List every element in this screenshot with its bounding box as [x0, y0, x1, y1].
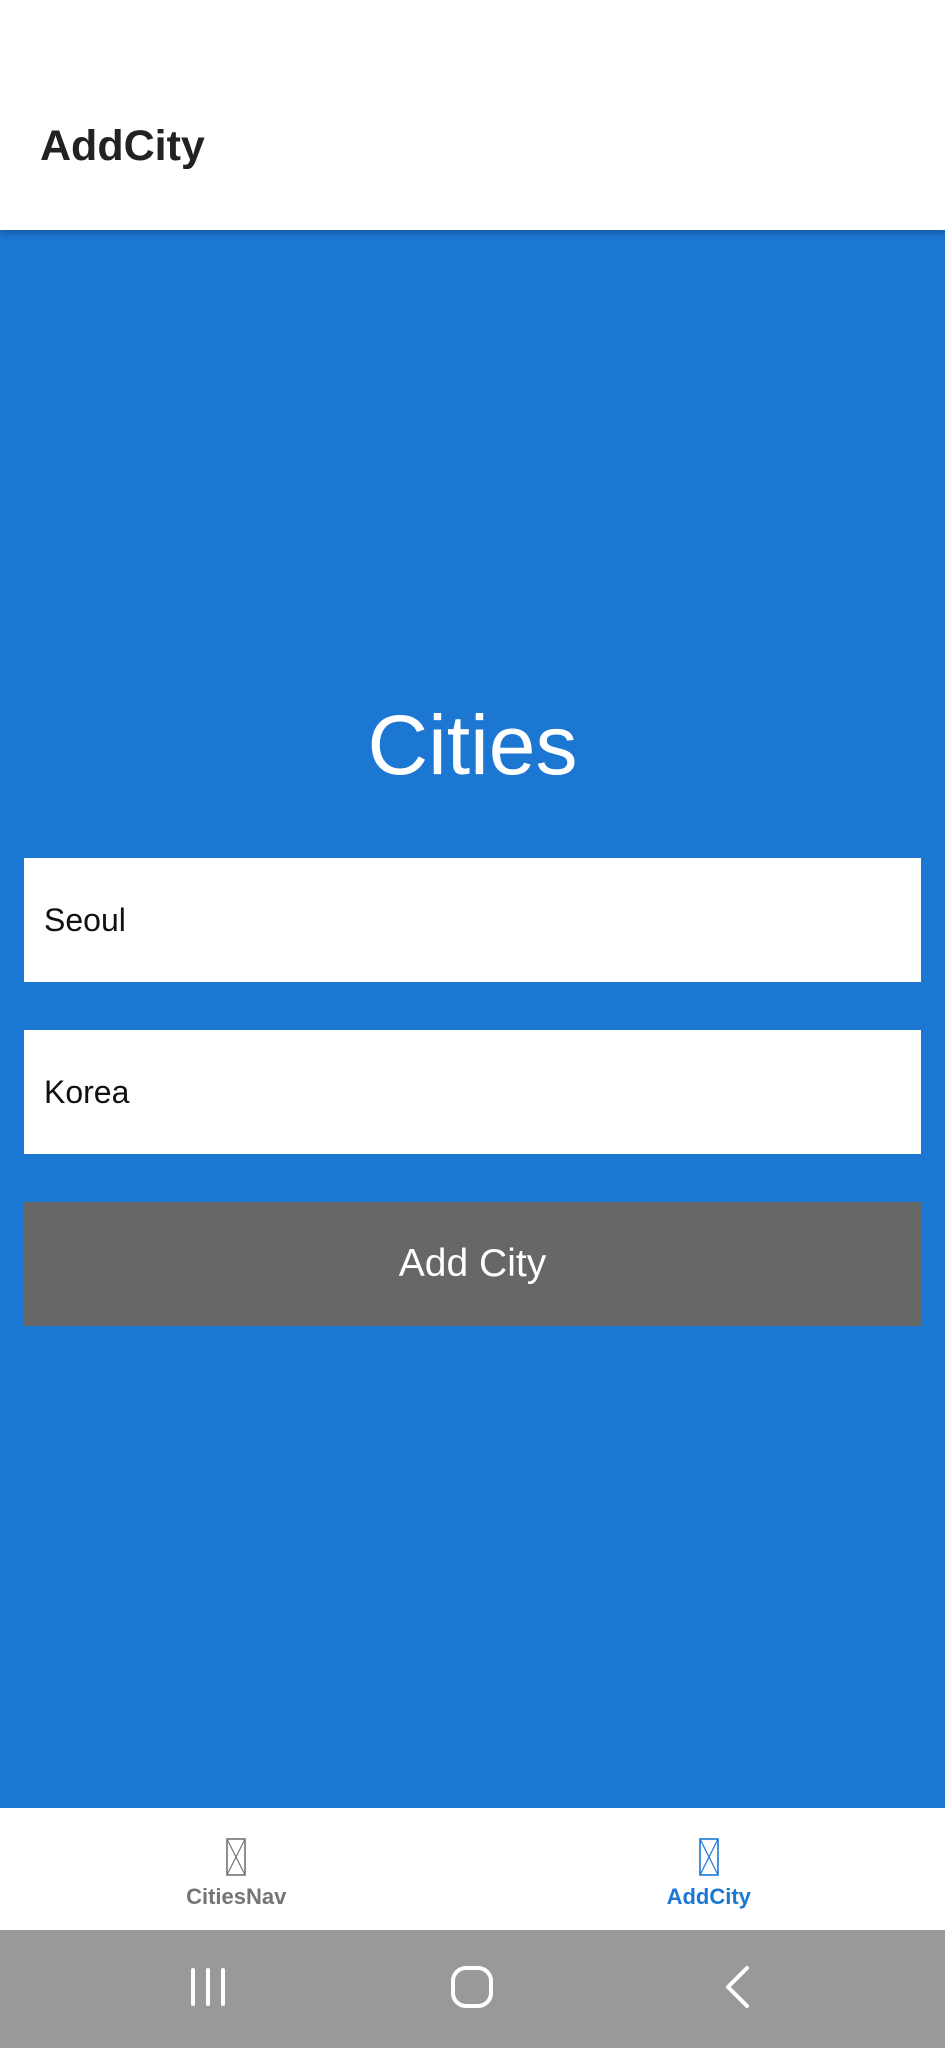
city-name-value: Seoul [44, 901, 126, 938]
tab-cities-nav-label: CitiesNav [186, 1884, 287, 1909]
missing-glyph-icon [226, 1838, 247, 1876]
recent-apps-button[interactable] [148, 1930, 268, 2048]
tab-cities-nav[interactable]: CitiesNav [0, 1808, 473, 1930]
country-name-value: Korea [44, 1073, 130, 1110]
home-button[interactable] [412, 1930, 532, 2048]
recent-apps-icon [187, 1966, 229, 2013]
tab-add-city[interactable]: AddCity [473, 1808, 945, 1930]
city-name-input[interactable]: Seoul [24, 858, 921, 982]
header-title: AddCity [40, 122, 205, 170]
bottom-tab-bar: CitiesNav AddCity [0, 1808, 945, 1930]
tab-add-city-label: AddCity [666, 1884, 751, 1909]
home-icon [450, 1965, 494, 2014]
country-name-input[interactable]: Korea [24, 1030, 921, 1154]
add-city-button[interactable]: Add City [24, 1202, 921, 1326]
add-city-screen: Cities Seoul Korea Add City [0, 230, 945, 1808]
back-button[interactable] [677, 1930, 797, 2048]
missing-glyph-icon [698, 1838, 719, 1876]
system-navigation-bar [0, 1930, 945, 2048]
app-header: AddCity [0, 0, 945, 230]
page-title: Cities [367, 698, 578, 792]
back-icon [722, 1964, 752, 2015]
add-city-button-label: Add City [398, 1242, 547, 1285]
